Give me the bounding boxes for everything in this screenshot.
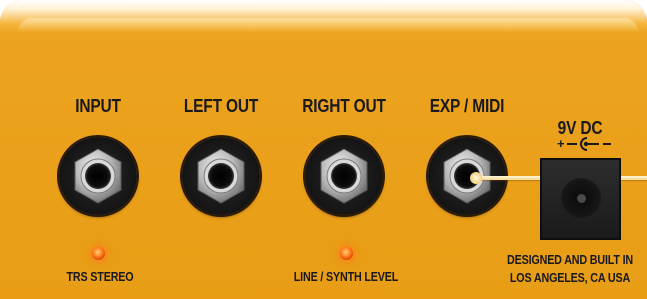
line-synth-level-led	[340, 247, 353, 260]
right-out-jack[interactable]	[305, 137, 383, 215]
hex-nut-icon	[197, 148, 245, 204]
power-jack-pin	[577, 194, 586, 203]
hex-nut-icon	[320, 148, 368, 204]
svg-text:+: +	[557, 136, 565, 151]
power-jack[interactable]	[540, 158, 621, 240]
hex-nut-icon	[74, 148, 122, 204]
panel-top-highlight	[18, 18, 638, 32]
line-synth-level-caption: LINE / SYNTH LEVEL	[293, 270, 399, 284]
credit-line-1: DESIGNED AND BUILT IN	[507, 253, 633, 267]
left-out-jack[interactable]	[182, 137, 260, 215]
trs-stereo-caption: TRS STEREO	[66, 270, 134, 284]
exp-midi-jack-label: EXP / MIDI	[429, 96, 505, 116]
input-jack[interactable]	[59, 137, 137, 215]
trs-stereo-led	[92, 247, 105, 260]
input-jack-label: INPUT	[75, 96, 121, 116]
left-out-jack-label: LEFT OUT	[183, 96, 259, 116]
credit-line-2: LOS ANGELES, CA USA	[509, 271, 631, 285]
cable-plug-tip	[470, 172, 482, 184]
center-negative-polarity-icon: +	[557, 136, 611, 151]
right-out-jack-label: RIGHT OUT	[302, 96, 386, 116]
